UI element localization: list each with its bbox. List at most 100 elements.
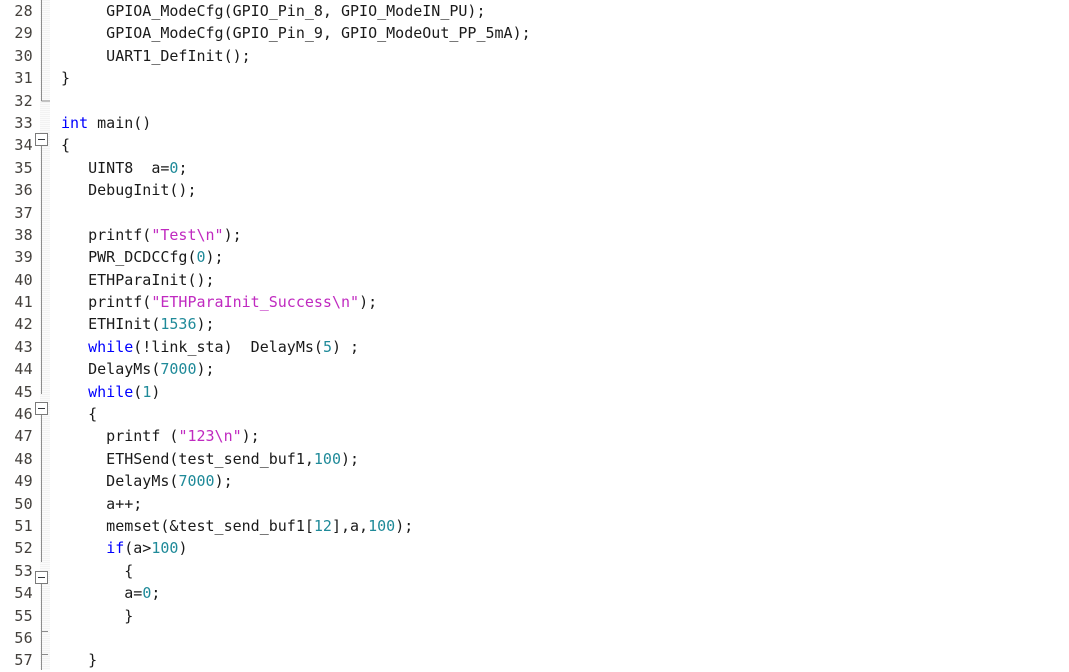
code-token-num: 7000 [178,472,215,491]
code-line[interactable]: } [52,649,1069,670]
line-number: 43 [14,337,33,356]
code-line[interactable] [52,627,1069,649]
code-token-plain: { [52,561,134,580]
code-line[interactable]: a++; [52,493,1069,515]
line-number: 39 [14,248,33,267]
line-number: 28 [14,2,33,20]
code-token-plain: ; [151,584,161,603]
code-token-plain: ) [178,539,188,558]
code-line[interactable]: ETHParaInit(); [52,269,1069,291]
code-token-plain: ; [178,158,188,177]
line-number: 52 [14,539,33,558]
source-code-editor[interactable]: 28 29 30 31 32 33 34 35 36 37 38 39 40 41 42 43 44 45 46 47… [0,0,1069,670]
code-line[interactable]: GPIOA_ModeCfg(GPIO_Pin_9, GPIO_ModeOut_P… [52,22,1069,44]
code-token-plain: UINT8 a= [52,158,170,177]
code-line[interactable]: memset(&test_send_buf1[12],a,100); [52,515,1069,537]
code-token-plain: ); [205,248,224,267]
code-token-plain: DelayMs( [52,472,179,491]
code-token-plain: ETHSend(test_send_buf1, [52,449,314,468]
code-line[interactable]: { [52,134,1069,156]
code-token-plain: ) ; [331,337,360,356]
code-line[interactable]: } [52,605,1069,627]
code-token-kw: if [106,539,125,558]
code-line[interactable]: DelayMs(7000); [52,358,1069,380]
line-number: 55 [14,606,33,625]
line-number-column: 28 29 30 31 32 33 34 35 36 37 38 39 40 41 42 43 44 45 46 47… [0,0,37,672]
code-line[interactable]: ETHInit(1536); [52,313,1069,335]
code-line[interactable] [52,202,1069,224]
code-token-plain: ); [196,315,215,334]
code-line[interactable]: if(a>100) [52,537,1069,559]
code-line[interactable]: GPIOA_ModeCfg(GPIO_Pin_8, GPIO_ModeIN_PU… [52,0,1069,22]
line-number: 47 [14,427,33,446]
code-token-plain: a++; [52,494,143,513]
code-token-plain: { [52,405,98,424]
line-number: 35 [14,158,33,177]
code-token-plain: ); [359,293,378,312]
line-number: 48 [14,449,33,468]
gutter-stripe [40,0,50,670]
line-number: 41 [14,293,33,312]
line-number: 40 [14,270,33,289]
code-token-num: 12 [313,516,332,535]
code-token-plain: ); [241,427,260,446]
code-line[interactable]: a=0; [52,582,1069,604]
code-token-plain: ); [223,225,242,244]
code-line[interactable]: int main() [52,112,1069,134]
code-line[interactable]: while(1) [52,381,1069,403]
code-token-plain: { [52,136,71,155]
editor-gutter: 28 29 30 31 32 33 34 35 36 37 38 39 40 41 42 43 44 45 46 47… [0,0,50,670]
code-token-kw: while [88,337,134,356]
code-line[interactable]: } [52,67,1069,89]
code-token-kw: while [88,382,134,401]
code-token-plain: memset(&test_send_buf1[ [52,516,314,535]
code-line[interactable]: UART1_DefInit(); [52,45,1069,67]
code-text-area[interactable]: GPIOA_ModeCfg(GPIO_Pin_8, GPIO_ModeIN_PU… [50,0,1069,670]
code-line[interactable]: DebugInit(); [52,179,1069,201]
line-number: 32 [14,91,33,110]
code-line[interactable]: printf ("123\n"); [52,425,1069,447]
code-token-plain: ); [214,472,233,491]
code-line[interactable]: DelayMs(7000); [52,470,1069,492]
code-line[interactable]: PWR_DCDCCfg(0); [52,246,1069,268]
code-token-plain: a= [52,584,143,603]
code-token-plain: printf ( [52,427,179,446]
code-token-num: 100 [368,516,396,535]
code-token-plain: ETHInit( [52,315,161,334]
code-token-str: "Test\n" [151,225,224,244]
code-token-plain: (a> [124,539,152,558]
code-token-plain: } [52,651,98,670]
code-line[interactable]: { [52,560,1069,582]
code-token-num: 100 [151,539,179,558]
code-token-plain: main() [88,113,152,132]
line-number: 51 [14,516,33,535]
line-number: 53 [14,561,33,580]
line-number: 33 [14,113,33,132]
code-token-plain: printf( [52,225,152,244]
line-number: 36 [14,181,33,200]
line-number: 42 [14,315,33,334]
code-lines[interactable]: GPIOA_ModeCfg(GPIO_Pin_8, GPIO_ModeIN_PU… [52,0,1069,670]
code-token-plain: GPIOA_ModeCfg(GPIO_Pin_9, GPIO_ModeOut_P… [52,24,531,43]
code-token-num: 0 [142,584,152,603]
code-token-plain: PWR_DCDCCfg( [52,248,197,267]
code-token-plain: } [52,69,71,88]
code-token-plain: ],a, [331,516,369,535]
line-number: 44 [14,360,33,379]
code-token-plain: GPIOA_ModeCfg(GPIO_Pin_8, GPIO_ModeIN_PU… [52,2,486,20]
code-line[interactable]: printf("ETHParaInit_Success\n"); [52,291,1069,313]
line-number: 37 [14,203,33,222]
line-number: 30 [14,46,33,65]
code-line[interactable]: printf("Test\n"); [52,224,1069,246]
code-line[interactable]: UINT8 a=0; [52,157,1069,179]
code-line[interactable]: { [52,403,1069,425]
code-token-str: "123\n" [178,427,242,446]
code-line[interactable]: while(!link_sta) DelayMs(5) ; [52,336,1069,358]
code-token-plain: ); [196,360,215,379]
line-number: 56 [14,628,33,647]
code-line[interactable]: ETHSend(test_send_buf1,100); [52,448,1069,470]
code-token-plain: DebugInit(); [52,181,197,200]
code-token-plain: ) [151,382,161,401]
code-line[interactable] [52,90,1069,112]
